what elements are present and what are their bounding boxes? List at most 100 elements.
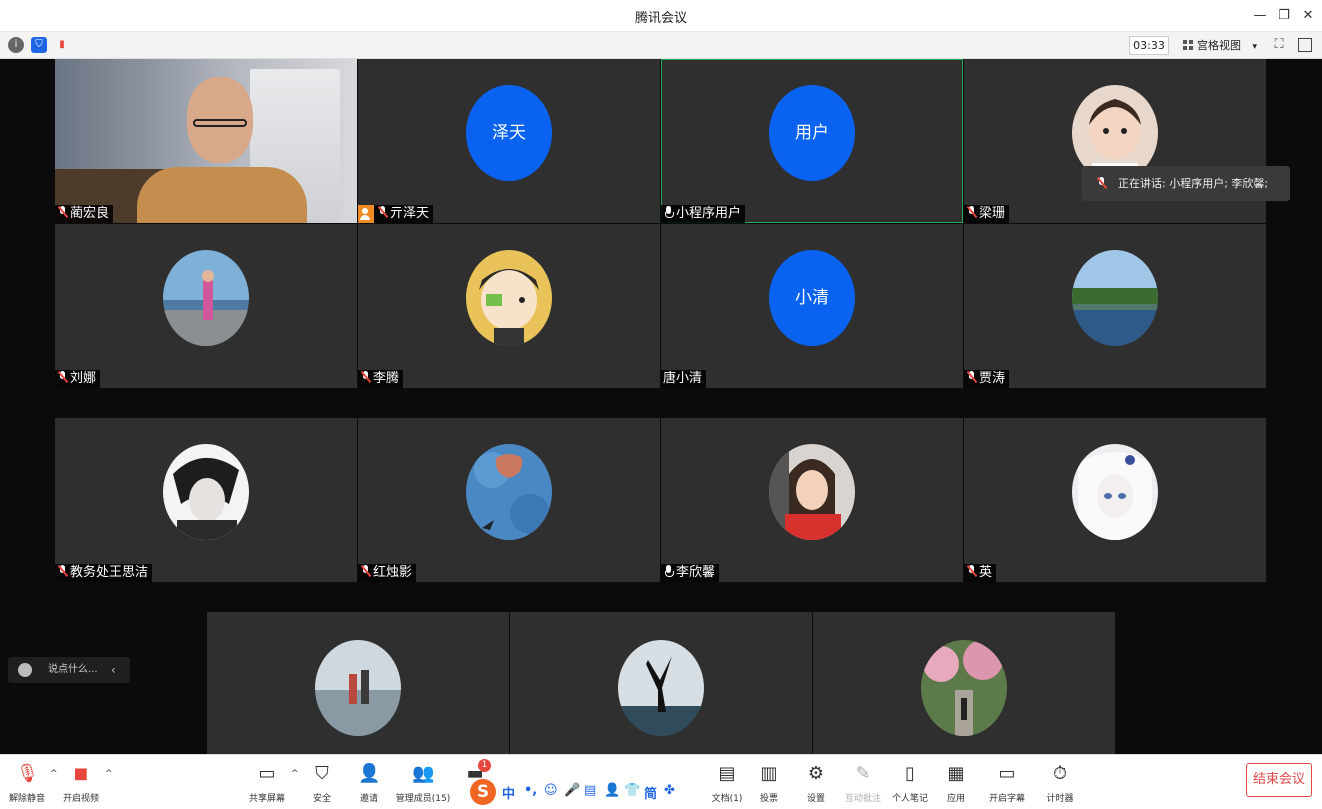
mic-muted-icon [57,565,68,577]
captions-button[interactable]: ▭ 开启字幕 [980,761,1034,807]
unmute-button[interactable]: 🎙 解除静音 [0,761,54,807]
meeting-timer: 03:33 [1129,36,1169,55]
ime-item[interactable]: •, [524,783,537,798]
avatar: 泽天 [466,85,552,181]
host-icon [358,205,374,223]
bar-chart-icon: ▥ [760,763,778,784]
restore-button[interactable]: ❐ [1274,6,1294,26]
participant-tile[interactable]: 李欣馨 [661,418,963,582]
annotation-icon: ✎ [855,763,871,784]
participant-name: 蔺宏良 [55,205,114,223]
participant-tile[interactable]: 蔺宏良 [55,59,357,223]
start-video-button[interactable]: ◼ 开启视频 [54,761,108,807]
fullscreen-icon[interactable]: ⛶ [1270,36,1288,54]
invite-button[interactable]: 👤 邀请 [342,761,396,807]
avatar [315,640,401,736]
participant-tile[interactable]: 教务处王思洁 [55,418,357,582]
members-icon: 👥 [412,763,435,784]
speaking-indicator: 正在讲话: 小程序用户; 李欣馨; [1082,166,1290,201]
avatar [466,250,552,346]
participant-tile[interactable]: 刘娜 [55,224,357,388]
ime-item[interactable]: ✤ [664,783,675,798]
chat-input-bar[interactable]: 说点什么... ‹ [8,657,130,683]
participant-tile[interactable]: 用户 小程序用户 [661,59,963,223]
participant-name: 刘娜 [55,370,101,388]
participant-tile[interactable]: 泽天 亓泽天 [358,59,660,223]
chevron-down-icon: ▾ [1252,42,1258,52]
info-icon[interactable]: i [8,37,24,53]
video-options-caret[interactable]: ^ [105,769,113,779]
participant-tile[interactable] [813,612,1115,754]
chat-placeholder[interactable]: 说点什么... [48,657,98,683]
mic-muted-icon [57,206,68,218]
avatar [1072,250,1158,346]
share-screen-button[interactable]: ▭ 共享屏幕 [240,761,294,807]
participant-name: 亓泽天 [358,205,434,223]
participant-name: 英 [964,564,997,582]
participant-tile[interactable] [510,612,812,754]
mic-muted-icon [966,565,977,577]
interactive-annotation-button[interactable]: ✎ 互动批注 [836,761,890,807]
participant-name: 李腾 [358,370,404,388]
meeting-info-bar: i ⛉ ▮ 03:33 宫格视图 ▾ ⛶ [0,32,1322,59]
security-button[interactable]: ⛉ 安全 [295,761,349,807]
sidebar-toggle-icon[interactable] [1298,38,1312,52]
mic-muted-icon [966,206,977,218]
participant-tile[interactable]: 李腾 [358,224,660,388]
manage-members-button[interactable]: 👥 管理成员(15) [390,761,456,807]
ime-item[interactable]: ▤ [584,783,596,798]
window-title: 腾讯会议 [634,11,687,26]
participant-tile[interactable]: 小清 唐小清 [661,224,963,388]
minimize-button[interactable]: — [1250,6,1270,26]
participant-name: 唐小清 [661,370,707,388]
emoji-icon[interactable] [18,663,32,677]
mic-muted-icon [377,206,388,218]
gear-icon: ⚙ [807,763,825,784]
mic-icon [663,206,674,218]
title-bar: 腾讯会议 — ❐ ✕ [0,0,1322,32]
ime-item[interactable]: 🎤 [564,783,580,798]
chevron-left-icon[interactable]: ‹ [111,657,116,683]
settings-button[interactable]: ⚙ 设置 [789,761,843,807]
captions-icon: ▭ [998,763,1016,784]
participant-name: 小程序用户 [661,205,746,223]
grid-view-icon [1183,40,1193,50]
mic-muted-icon [360,565,371,577]
ime-item[interactable]: 👕 [624,783,640,798]
apps-button[interactable]: ▦ 应用 [929,761,983,807]
shield-icon: ⛉ [315,763,329,784]
ime-logo-icon[interactable]: S [470,779,496,805]
add-user-icon: 👤 [358,763,381,784]
mic-muted-icon: 🎙 [16,763,39,784]
ime-item[interactable]: ☺ [544,783,558,798]
ime-item[interactable]: 简 [644,783,657,802]
apps-icon: ▦ [947,763,965,784]
meeting-window: 腾讯会议 — ❐ ✕ i ⛉ ▮ 03:33 宫格视图 ▾ ⛶ 蔺宏良 泽天 亓… [0,0,1322,809]
shield-icon[interactable]: ⛉ [31,37,47,53]
participant-tile[interactable]: 红烛影 [358,418,660,582]
ime-item[interactable]: 👤 [604,783,620,798]
mic-muted-icon [966,371,977,383]
participant-name: 梁珊 [964,205,1010,223]
avatar [163,444,249,540]
participant-name: 教务处王思洁 [55,564,153,582]
participant-name: 红烛影 [358,564,417,582]
ime-item[interactable]: 中 [502,783,515,802]
participant-tile[interactable] [207,612,509,754]
ime-toolbar[interactable]: S 中 •, ☺ 🎤 ▤ 👤 👕 简 ✤ [466,778,688,806]
speaking-text: 正在讲话: 小程序用户; 李欣馨; [1118,177,1269,190]
participant-tile[interactable]: 贾涛 [964,224,1266,388]
signal-icon[interactable]: ▮ [54,37,70,53]
avatar [921,640,1007,736]
camera-off-icon: ◼ [73,763,89,784]
close-button[interactable]: ✕ [1298,6,1318,26]
chat-badge: 1 [478,759,491,772]
avatar [163,250,249,346]
end-meeting-button[interactable]: 结束会议 [1246,763,1312,797]
mic-muted-icon [360,371,371,383]
timer-button[interactable]: ⏱ 计时器 [1033,761,1087,807]
participant-tile[interactable]: 英 [964,418,1266,582]
vote-button[interactable]: ▥ 投票 [742,761,796,807]
view-mode-select[interactable]: 宫格视图 ▾ [1180,36,1262,55]
speaking-mic-icon [1096,177,1105,190]
